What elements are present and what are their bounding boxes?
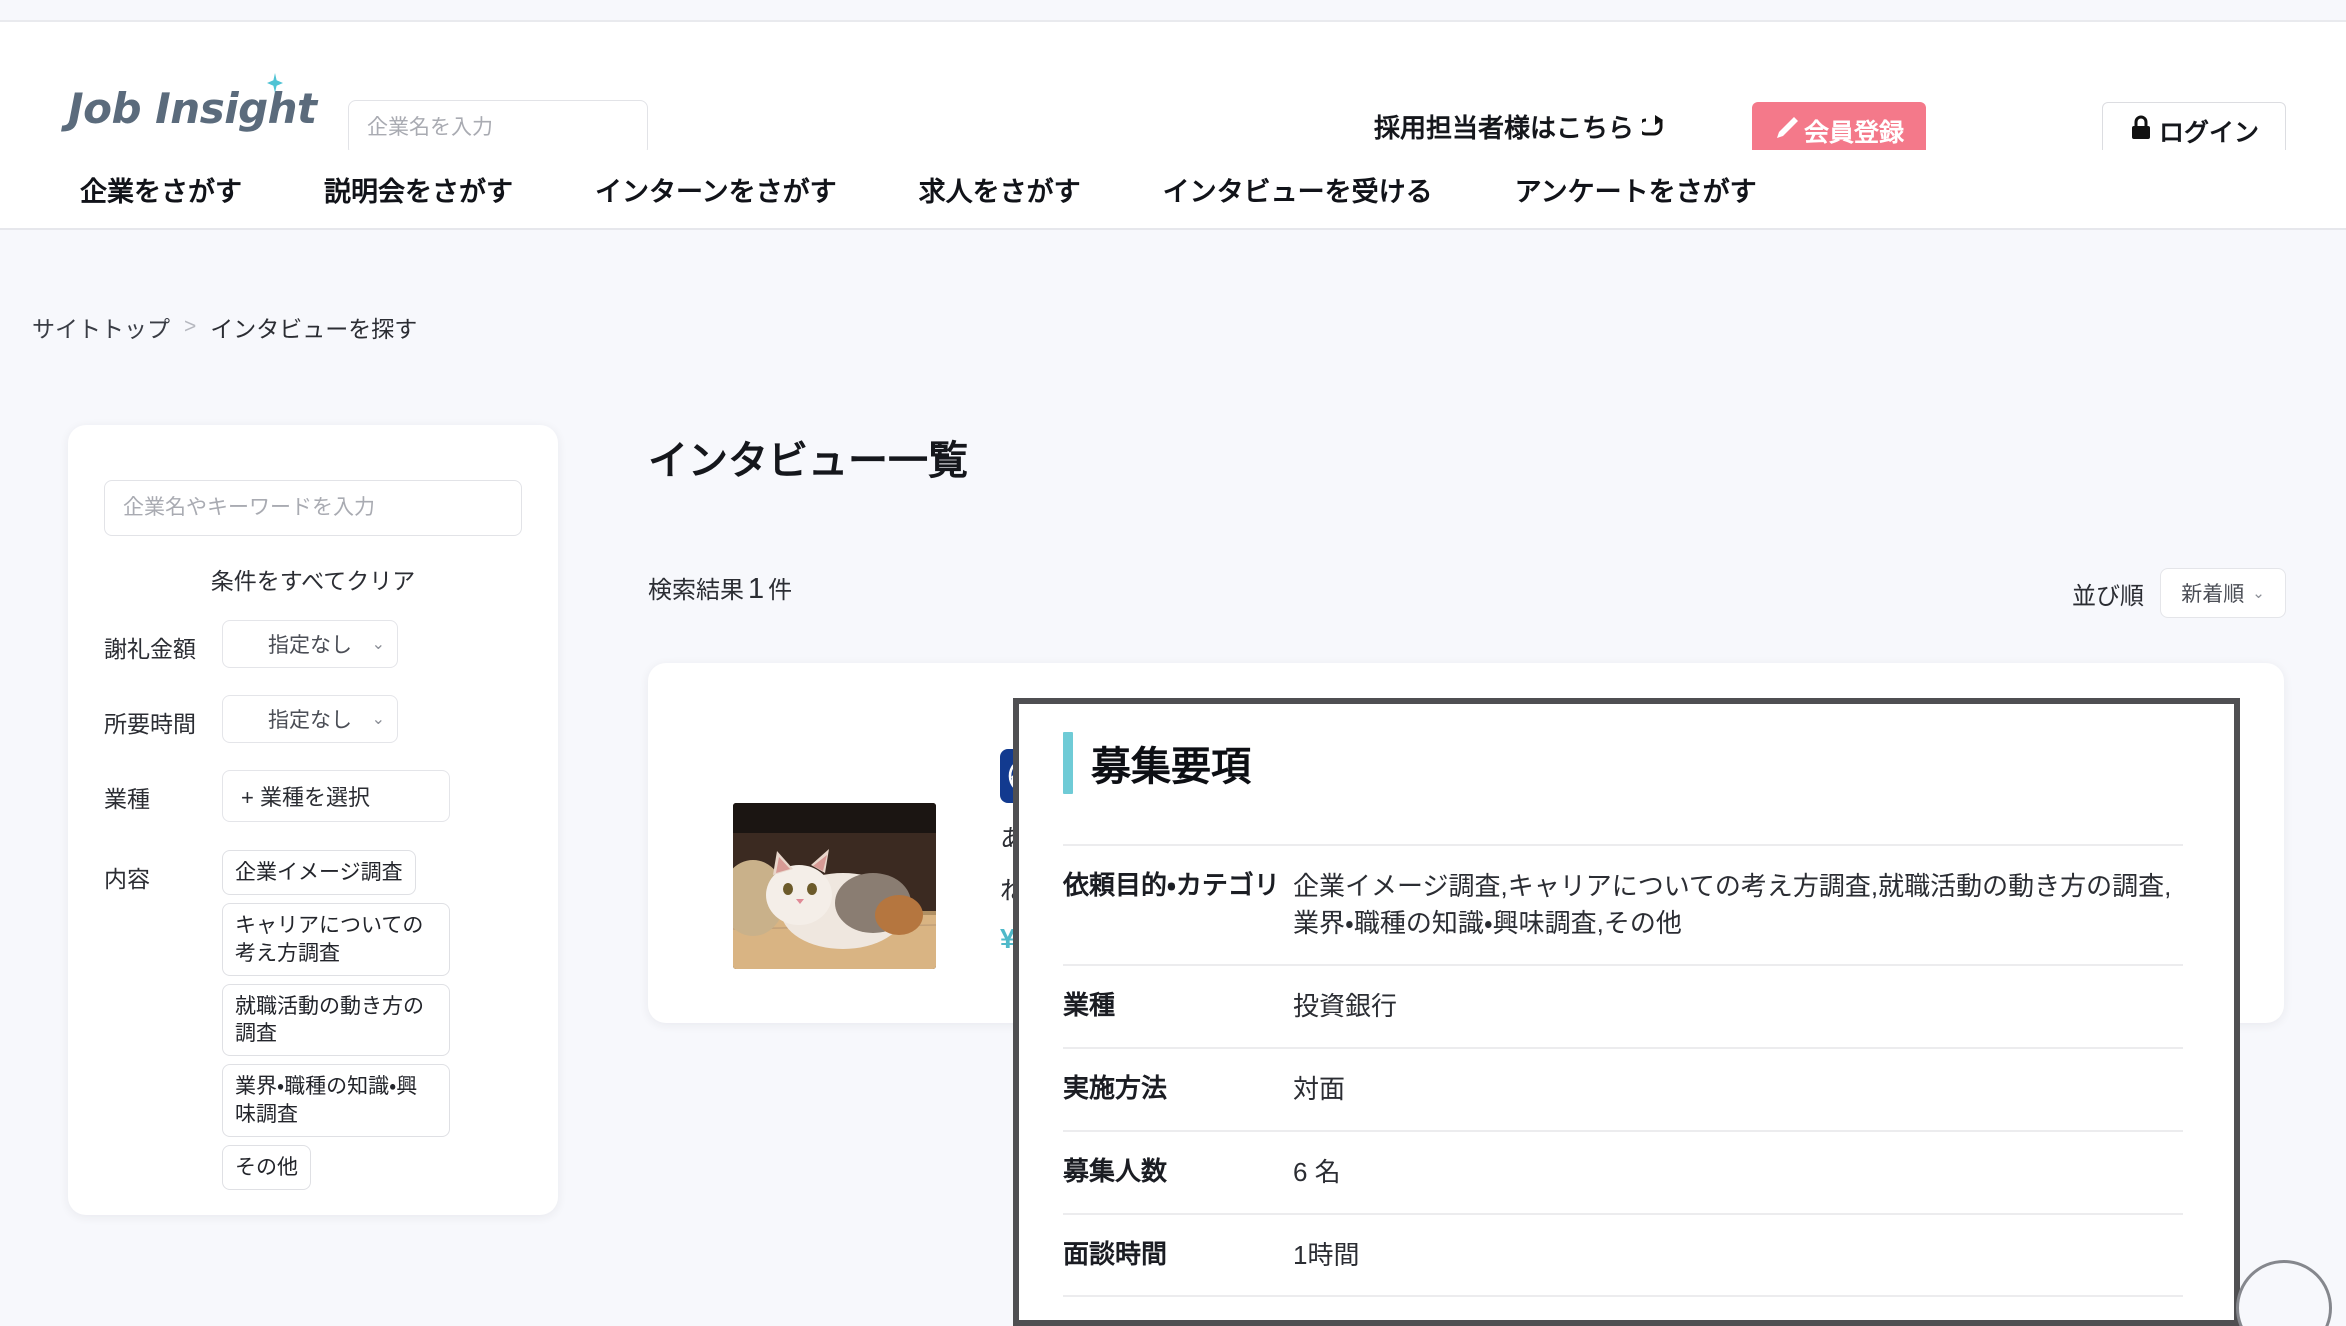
filter-row-duration: 所要時間 指定なし ⌄ <box>104 695 522 743</box>
main-nav: 企業をさがす 説明会をさがす インターンをさがす 求人をさがす インタビューを受… <box>0 150 2346 230</box>
modal-accent-bar <box>1063 732 1073 794</box>
filter-label-reward: 謝礼金額 <box>104 636 196 662</box>
breadcrumb-current: インタビューを探す <box>210 316 418 342</box>
modal-title: 募集要項 <box>1091 745 1251 789</box>
row-value-duration: 1時間 <box>1293 1239 1360 1270</box>
reward-amount-select[interactable]: 指定なし ⌄ <box>222 620 398 668</box>
row-label-purpose: 依頼目的・カテゴリ <box>1063 870 1280 900</box>
nav-item-companies[interactable]: 企業をさがす <box>80 170 242 209</box>
filter-row-reward: 謝礼金額 指定なし ⌄ <box>104 620 522 668</box>
chevron-down-icon: ⌄ <box>371 636 385 653</box>
content-tag[interactable]: その他 <box>222 1145 311 1191</box>
breadcrumb-root[interactable]: サイトトップ <box>32 310 170 344</box>
chevron-down-icon: ⌄ <box>371 711 385 728</box>
nav-item-jobs[interactable]: 求人をさがす <box>919 170 1081 209</box>
sort-control: 並び順 新着順 ⌄ <box>2072 568 2286 618</box>
select-industry-button[interactable]: + 業種を選択 <box>222 770 450 822</box>
table-row: 依頼目的・カテゴリ 企業イメージ調査,キャリアについての考え方調査,就職活動の動… <box>1063 845 2183 965</box>
table-row: 面談時間 1時間 <box>1063 1214 2183 1297</box>
filter-label-content: 内容 <box>104 866 150 892</box>
recruitment-details-table: 依頼目的・カテゴリ 企業イメージ調査,キャリアについての考え方調査,就職活動の動… <box>1063 844 2183 1320</box>
nav-item-briefings[interactable]: 説明会をさがす <box>324 170 513 209</box>
nav-item-internships[interactable]: インターンをさがす <box>595 170 837 209</box>
row-label-industry: 業種 <box>1063 989 1116 1020</box>
page-root: Job Insight 採用担当者様はこちら 会員登録 <box>0 0 2346 1326</box>
content-tag[interactable]: 企業イメージ調査 <box>222 850 416 896</box>
duration-value: 指定なし <box>268 709 352 732</box>
result-count: 検索結果 1 件 <box>648 570 792 606</box>
row-label-headcount: 募集人数 <box>1063 1155 1168 1186</box>
row-label-reward: 謝礼金額 <box>1063 1296 1293 1320</box>
row-value-purpose: 企業イメージ調査,キャリアについての考え方調査,就職活動の動き方の調査,業界・職… <box>1293 871 2172 938</box>
external-link-icon <box>1642 114 1666 140</box>
keyword-search-input[interactable] <box>104 480 522 536</box>
result-count-suffix: 件 <box>768 577 793 604</box>
sort-label: 並び順 <box>2072 582 2144 610</box>
filter-label-industry: 業種 <box>104 786 150 812</box>
reward-amount-value: 指定なし <box>268 634 352 657</box>
row-value-reward: - <box>1293 1296 2183 1320</box>
floating-action-button[interactable] <box>2236 1260 2332 1326</box>
recruiter-link[interactable]: 採用担当者様はこちら <box>1374 108 1666 145</box>
content-tag[interactable]: 就職活動の動き方の調査 <box>222 983 450 1057</box>
pencil-icon <box>1774 115 1800 148</box>
clear-filters-link[interactable]: 条件をすべてクリア <box>68 562 558 596</box>
row-value-industry: 投資銀行 <box>1293 990 1398 1021</box>
page-title: インタビュー一覧 <box>648 439 968 483</box>
filter-label-duration: 所要時間 <box>104 711 196 737</box>
result-count-prefix: 検索結果 <box>648 577 744 604</box>
filter-sidebar: 条件をすべてクリア 謝礼金額 指定なし ⌄ 所要時間 指定なし ⌄ 業種 + 業… <box>68 425 558 1215</box>
recruitment-details-modal: 募集要項 依頼目的・カテゴリ 企業イメージ調査,キャリアについての考え方調査,就… <box>1013 698 2240 1326</box>
chevron-down-icon: ⌄ <box>2252 585 2265 602</box>
recruiter-link-label: 採用担当者様はこちら <box>1373 113 1634 143</box>
sort-select[interactable]: 新着順 ⌄ <box>2160 568 2286 618</box>
filter-row-industry: 業種 + 業種を選択 <box>104 770 522 822</box>
table-row: 業種 投資銀行 <box>1063 965 2183 1048</box>
breadcrumb: サイトトップ > インタビューを探す <box>32 310 417 344</box>
lock-icon <box>2129 115 2153 148</box>
table-row: 実施方法 対面 <box>1063 1048 2183 1131</box>
nav-item-interviews[interactable]: インタビューを受ける <box>1163 170 1433 209</box>
company-search-input[interactable] <box>348 100 648 156</box>
row-value-headcount: 6 名 <box>1293 1156 1341 1187</box>
duration-select[interactable]: 指定なし ⌄ <box>222 695 398 743</box>
table-row: 募集人数 6 名 <box>1063 1131 2183 1214</box>
table-row: 謝礼金額 - <box>1063 1296 2183 1320</box>
sort-select-value: 新着順 <box>2181 583 2245 606</box>
content-tag[interactable]: 業界・職種の知識・興味調査 <box>222 1064 450 1138</box>
content-tag[interactable]: キャリアについての考え方調査 <box>222 903 450 976</box>
result-count-number: 1 <box>748 573 765 605</box>
content-tag-list: 企業イメージ調査 キャリアについての考え方調査 就職活動の動き方の調査 業界・職… <box>222 850 450 1191</box>
row-label-duration: 面談時間 <box>1063 1238 1168 1269</box>
login-button-label: ログイン <box>2158 119 2259 147</box>
sparkle-icon <box>264 72 284 93</box>
row-value-method: 対面 <box>1293 1073 1346 1104</box>
modal-header: 募集要項 <box>1063 732 1251 794</box>
site-header: Job Insight 採用担当者様はこちら 会員登録 <box>0 22 2346 160</box>
filter-row-content: 内容 企業イメージ調査 キャリアについての考え方調査 就職活動の動き方の調査 業… <box>104 850 522 1191</box>
breadcrumb-separator: > <box>184 315 197 338</box>
site-logo[interactable]: Job Insight <box>68 73 317 133</box>
nav-item-surveys[interactable]: アンケートをさがす <box>1515 170 1757 209</box>
interview-thumbnail <box>733 803 936 969</box>
row-label-method: 実施方法 <box>1063 1072 1168 1103</box>
register-button-label: 会員登録 <box>1803 119 1904 147</box>
